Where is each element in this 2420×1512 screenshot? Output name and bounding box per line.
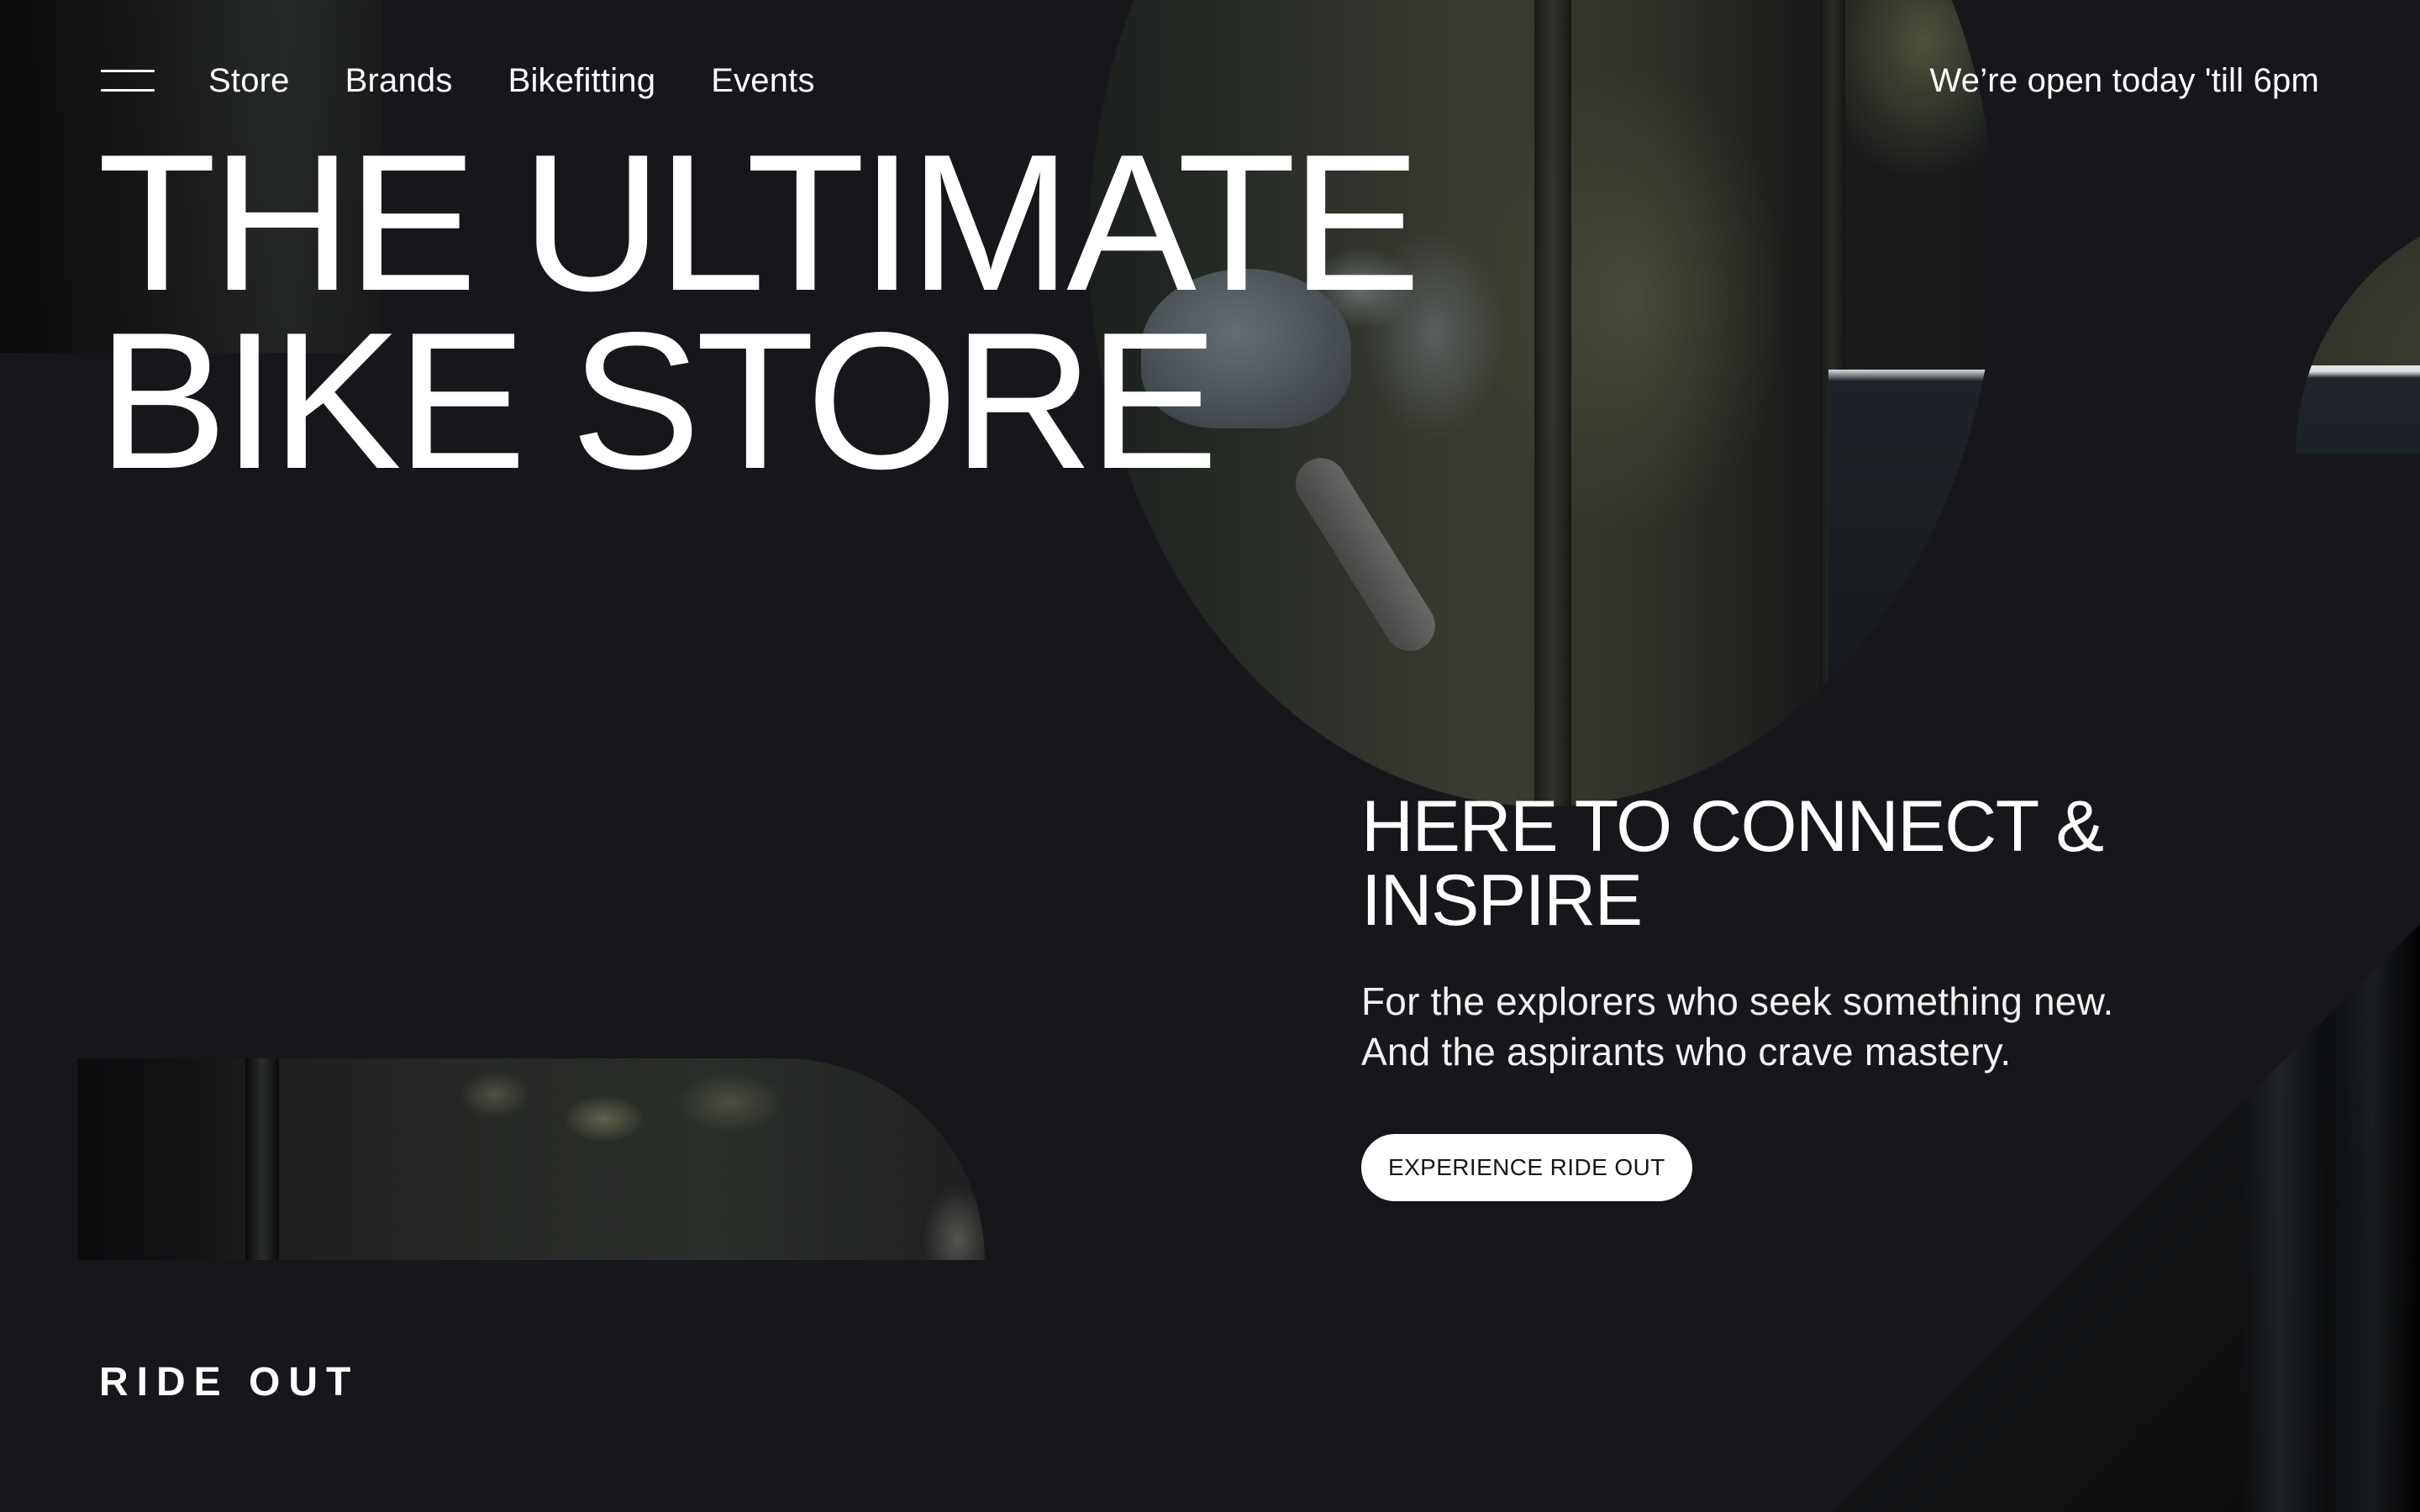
brand-label: RIDE OUT	[99, 1360, 360, 1404]
experience-ride-out-button[interactable]: EXPERIENCE RIDE OUT	[1361, 1134, 1692, 1201]
nav-link-bikefitting[interactable]: Bikefitting	[508, 55, 656, 106]
opening-hours-text: We’re open today 'till 6pm	[1929, 62, 2319, 99]
nav-link-brands[interactable]: Brands	[345, 55, 453, 106]
hamburger-menu-icon[interactable]	[101, 70, 155, 92]
hero-image-bottom-strip	[77, 1058, 985, 1260]
hero-image-right-edge	[2296, 176, 2420, 454]
intro-section: HERE TO CONNECT & INSPIRE For the explor…	[1361, 790, 2202, 1201]
nav-link-store[interactable]: Store	[208, 55, 290, 106]
intro-heading: HERE TO CONNECT & INSPIRE	[1361, 786, 2104, 941]
nav-link-events[interactable]: Events	[711, 55, 815, 106]
main-nav: Store Brands Bikefitting Events	[101, 55, 871, 106]
hero-title-line-2: BIKE STORE	[97, 292, 1218, 510]
intro-body: For the explorers who seek something new…	[1361, 976, 2202, 1077]
hero-title: THE ULTIMATE BIKE STORE	[97, 114, 1421, 510]
tree-trunk-shape	[1534, 0, 1571, 806]
fence-rail-shape	[1828, 370, 1996, 806]
page: Store Brands Bikefitting Events We’re op…	[0, 0, 2420, 1512]
intro-body-line-2: And the aspirants who crave mastery.	[1361, 1030, 2012, 1074]
hero-title-line-1: THE ULTIMATE	[97, 114, 1421, 332]
intro-body-line-1: For the explorers who seek something new…	[1361, 979, 2114, 1023]
